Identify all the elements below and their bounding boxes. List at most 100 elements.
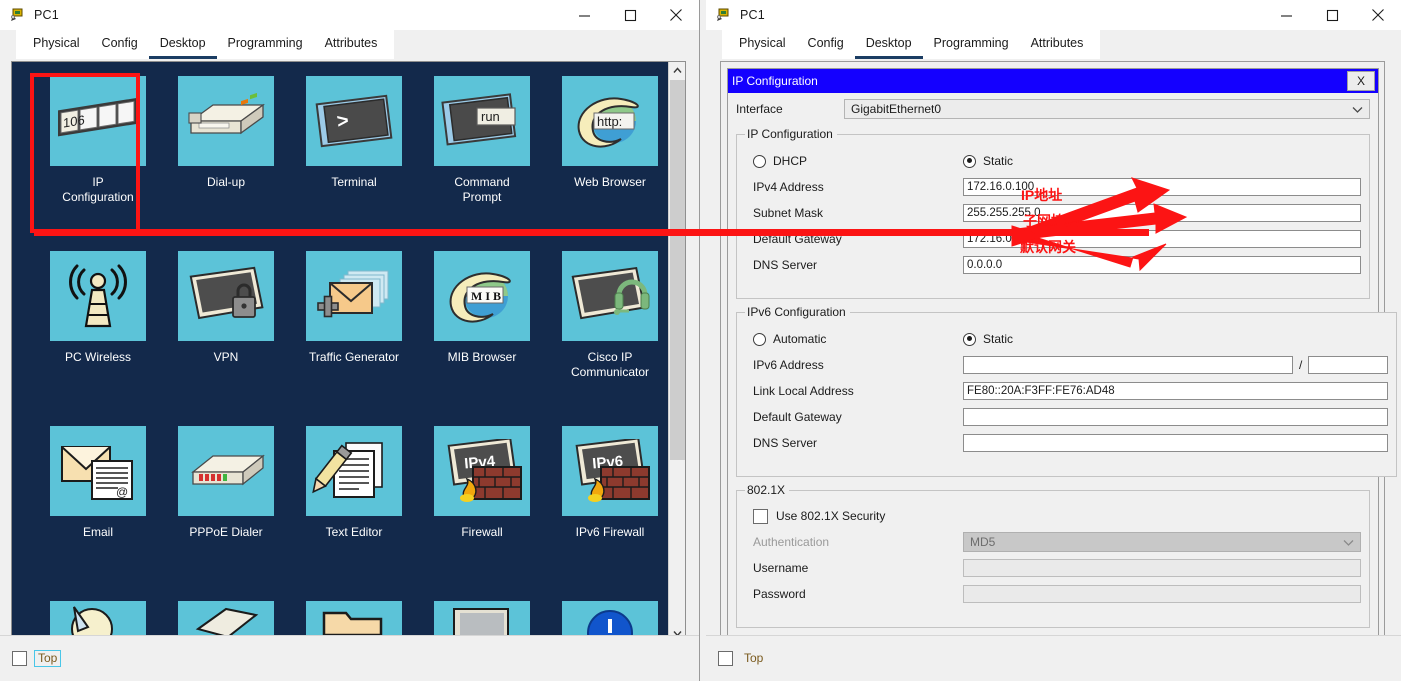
close-icon[interactable]	[1355, 0, 1401, 30]
authentication-row: Authentication MD5	[745, 529, 1361, 555]
default-gateway-label: Default Gateway	[753, 232, 842, 246]
ipv6-static-radio[interactable]: Static	[963, 332, 1013, 346]
ipv6-static-label: Static	[983, 332, 1014, 346]
desktop-icon-label: Email	[82, 525, 113, 539]
tab-config[interactable]: Config	[91, 31, 149, 59]
left-tabstrip: Physical Config Desktop Programming Attr…	[0, 30, 699, 59]
tab-physical[interactable]: Physical	[22, 31, 91, 59]
firewall-desktop-icon[interactable]: IPv4 Firewall	[418, 426, 546, 601]
dial-up-desktop-icon[interactable]: Dial-up	[162, 76, 290, 251]
web-browser-desktop-icon[interactable]: http: Web Browser	[546, 76, 674, 251]
top-checkbox-label[interactable]: Top	[740, 650, 767, 667]
ipv6-default-gateway-field[interactable]	[963, 408, 1389, 426]
close-icon[interactable]	[653, 0, 699, 30]
command-prompt-icon: run	[434, 76, 530, 166]
desktop-icon-label: Cisco IP Communicator	[570, 350, 650, 379]
vpn-desktop-icon[interactable]: VPN	[162, 251, 290, 426]
left-window-titlebar: PC1	[0, 0, 699, 30]
tab-programming[interactable]: Programming	[923, 31, 1020, 59]
interface-value: GigabitEthernet0	[851, 102, 942, 116]
dns-server-field[interactable]: 0.0.0.0	[963, 256, 1361, 274]
ipv6-dns-server-field[interactable]	[963, 434, 1389, 452]
pppoe-dialer-desktop-icon[interactable]: PPPoE Dialer	[162, 426, 290, 601]
dialog-close-button[interactable]: X	[1347, 71, 1375, 91]
ip-configuration-dialog: IP Configuration X Interface GigabitEthe…	[727, 68, 1398, 639]
svg-text:run: run	[481, 109, 500, 124]
dot1x-group: 802.1X Use 802.1X Security Authenticatio…	[736, 483, 1370, 628]
ipv4-address-field[interactable]: 172.16.0.100	[963, 178, 1361, 196]
scroll-up-icon[interactable]	[669, 62, 685, 79]
desktop-icon-label: Web Browser	[574, 175, 646, 189]
dial-up-icon	[178, 76, 274, 166]
ip-configuration-icon: 106	[50, 76, 146, 166]
tab-programming[interactable]: Programming	[217, 31, 314, 59]
maximize-icon[interactable]	[607, 0, 653, 30]
text-editor-desktop-icon[interactable]: Text Editor	[290, 426, 418, 601]
ipv6-firewall-icon: IPv6	[562, 426, 658, 516]
cisco-packet-tracer-icon	[716, 7, 732, 23]
ip-configuration-desktop-icon[interactable]: 106 IP Configuration	[34, 76, 162, 251]
ipv6-address-row: IPv6 Address /	[745, 352, 1389, 378]
tab-desktop[interactable]: Desktop	[148, 31, 217, 59]
ipv4-group-legend: IP Configuration	[747, 127, 833, 141]
ipv6-firewall-desktop-icon[interactable]: IPv6 IPv6 Firewall	[546, 426, 674, 601]
ipv4-configuration-group: IP Configuration DHCP Static IPv4 Addres…	[736, 127, 1370, 299]
mib-browser-desktop-icon[interactable]: M I B MIB Browser	[418, 251, 546, 426]
minimize-icon[interactable]	[1263, 0, 1309, 30]
tab-desktop[interactable]: Desktop	[854, 31, 923, 59]
ipv4-address-row: IPv4 Address 172.16.0.100	[745, 174, 1361, 200]
traffic-generator-desktop-icon[interactable]: Traffic Generator	[290, 251, 418, 426]
dhcp-radio-label: DHCP	[773, 154, 808, 168]
tab-physical[interactable]: Physical	[728, 31, 797, 59]
right-window-body: IP Configuration X Interface GigabitEthe…	[706, 59, 1401, 681]
desktop-icon-label: Dial-up	[206, 175, 245, 189]
left-pc1-window: PC1 Physical Config Desktop Programming …	[0, 0, 700, 681]
desktop-icon-label: Command Prompt	[454, 175, 510, 204]
dialog-title: IP Configuration	[732, 74, 818, 88]
static-radio[interactable]: Static	[963, 154, 1013, 168]
tab-config[interactable]: Config	[797, 31, 855, 59]
pppoe-dialer-icon	[178, 426, 274, 516]
interface-label: Interface	[736, 102, 783, 116]
username-field	[963, 559, 1361, 577]
username-row: Username	[745, 555, 1361, 581]
minimize-icon[interactable]	[561, 0, 607, 30]
use-8021x-security-row[interactable]: Use 802.1X Security	[745, 503, 1361, 529]
ipv6-mode-radios: Automatic Static	[745, 326, 1388, 352]
tab-attributes[interactable]: Attributes	[314, 31, 389, 59]
ipv6-prefix-length-field[interactable]	[1308, 356, 1389, 374]
desktop-icon-label: PPPoE Dialer	[189, 525, 263, 539]
ipv6-automatic-radio[interactable]: Automatic	[745, 332, 963, 346]
dhcp-radio[interactable]: DHCP	[745, 154, 963, 168]
desktop-icon-grid: 106 IP Configuration Dial-up > Terminal …	[12, 62, 674, 642]
subnet-mask-row: Subnet Mask 255.255.255.0	[745, 200, 1361, 226]
left-window-title: PC1	[34, 8, 59, 22]
firewall-icon: IPv4	[434, 426, 530, 516]
desktop-vertical-scrollbar[interactable]	[668, 62, 685, 642]
scrollbar-thumb[interactable]	[670, 80, 685, 460]
ipv6-address-field[interactable]	[963, 356, 1293, 374]
ip-config-panel: IP Configuration X Interface GigabitEthe…	[720, 61, 1398, 644]
tab-attributes[interactable]: Attributes	[1020, 31, 1095, 59]
svg-text:M I B: M I B	[471, 289, 501, 303]
dns-server-row: DNS Server 0.0.0.0	[745, 252, 1361, 278]
top-checkbox-label[interactable]: Top	[34, 650, 62, 667]
default-gateway-field[interactable]: 172.16.0.1	[963, 230, 1361, 248]
ipv6-configuration-group: IPv6 Configuration Automatic Static IPv6…	[736, 305, 1398, 477]
maximize-icon[interactable]	[1309, 0, 1355, 30]
pc-wireless-desktop-icon[interactable]: PC Wireless	[34, 251, 162, 426]
text-editor-icon	[306, 426, 402, 516]
terminal-desktop-icon[interactable]: > Terminal	[290, 76, 418, 251]
link-local-address-field[interactable]: FE80::20A:F3FF:FE76:AD48	[963, 382, 1389, 400]
cisco-ip-communicator-desktop-icon[interactable]: Cisco IP Communicator	[546, 251, 674, 426]
ipv6-dns-server-row: DNS Server	[745, 430, 1389, 456]
email-desktop-icon[interactable]: @ Email	[34, 426, 162, 601]
radio-indicator	[963, 154, 976, 168]
use-8021x-security-checkbox[interactable]	[753, 508, 768, 524]
command-prompt-desktop-icon[interactable]: run Command Prompt	[418, 76, 546, 251]
interface-select[interactable]: GigabitEthernet0	[844, 99, 1370, 119]
top-checkbox[interactable]	[718, 651, 733, 666]
top-checkbox[interactable]	[12, 651, 27, 666]
subnet-mask-field[interactable]: 255.255.255.0	[963, 204, 1361, 222]
ipv6-automatic-label: Automatic	[773, 332, 827, 346]
